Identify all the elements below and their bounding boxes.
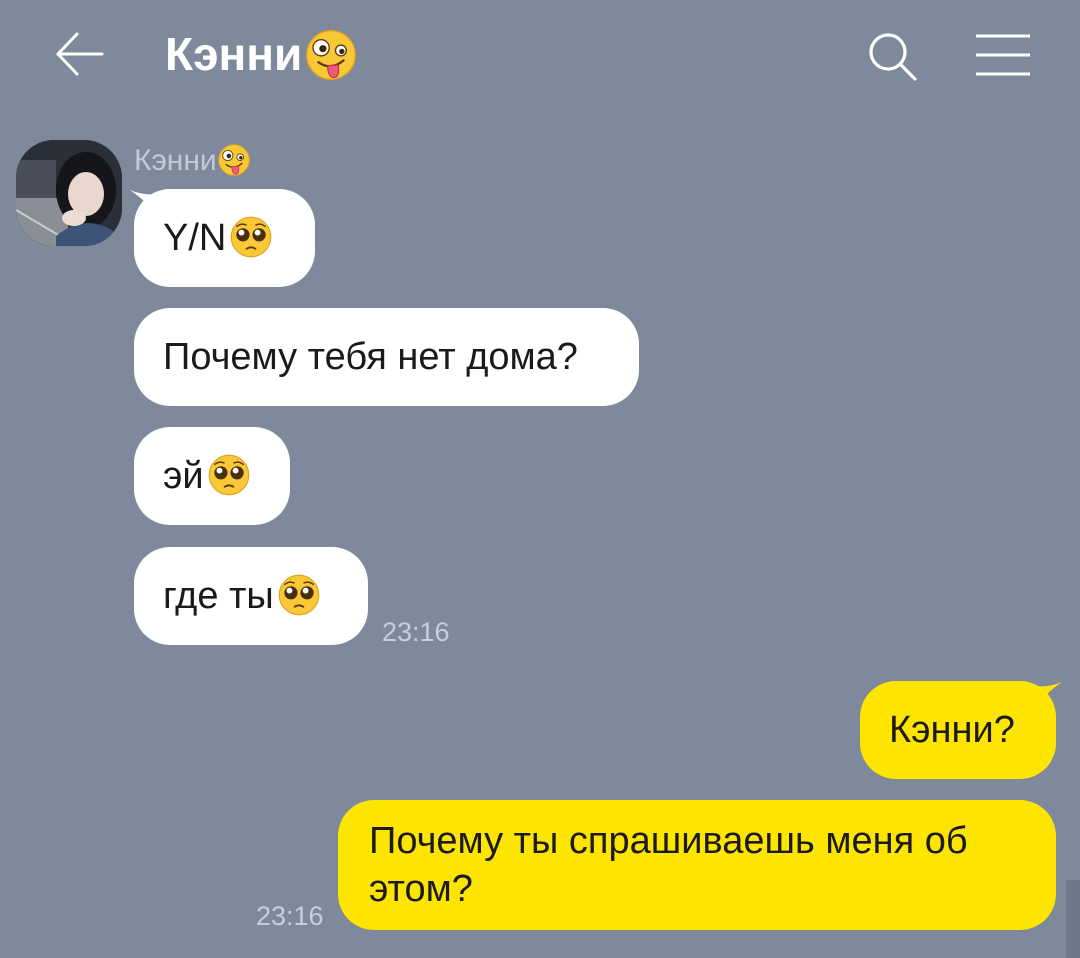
sender-name-text: Кэнни	[134, 144, 217, 177]
back-button[interactable]	[52, 26, 108, 82]
menu-button[interactable]	[972, 30, 1034, 80]
message-timestamp: 23:16	[382, 617, 450, 647]
message-text-line: Почему ты спрашиваешь меня об	[369, 820, 968, 862]
sender-name: Кэнни	[134, 142, 251, 180]
search-button[interactable]	[864, 28, 922, 86]
zany-face-emoji	[217, 144, 250, 176]
scrollbar[interactable]	[1066, 880, 1080, 958]
zany-face-emoji	[306, 29, 357, 80]
search-icon	[869, 33, 917, 81]
message-timestamp: 23:16	[256, 901, 324, 931]
incoming-message[interactable]: где ты	[134, 547, 368, 645]
message-text: где ты	[163, 575, 274, 617]
outgoing-message[interactable]: Кэнни?	[860, 681, 1056, 779]
message-text: Y/N	[163, 217, 227, 259]
message-text: Кэнни?	[889, 709, 1015, 751]
pleading-face-emoji	[208, 454, 249, 496]
hamburger-menu-icon	[976, 34, 1030, 76]
outgoing-message[interactable]: Почему ты спрашиваешь меня об этом?	[338, 800, 1056, 930]
incoming-message[interactable]: эй	[134, 427, 290, 525]
incoming-message[interactable]: Почему тебя нет дома?	[134, 308, 639, 406]
profile-photo	[16, 140, 122, 246]
message-text: эй	[163, 455, 204, 497]
message-text-line: этом?	[369, 868, 473, 910]
chat-title-text: Кэнни	[165, 28, 303, 80]
arrow-left-icon	[56, 32, 104, 76]
avatar[interactable]	[16, 140, 122, 246]
incoming-message[interactable]: Y/N	[134, 189, 315, 287]
message-text: Почему тебя нет дома?	[163, 336, 578, 378]
chat-header: Кэнни	[0, 0, 1080, 110]
chat-title: Кэнни	[165, 28, 358, 82]
pleading-face-emoji	[231, 216, 272, 258]
pleading-face-emoji	[278, 574, 320, 616]
